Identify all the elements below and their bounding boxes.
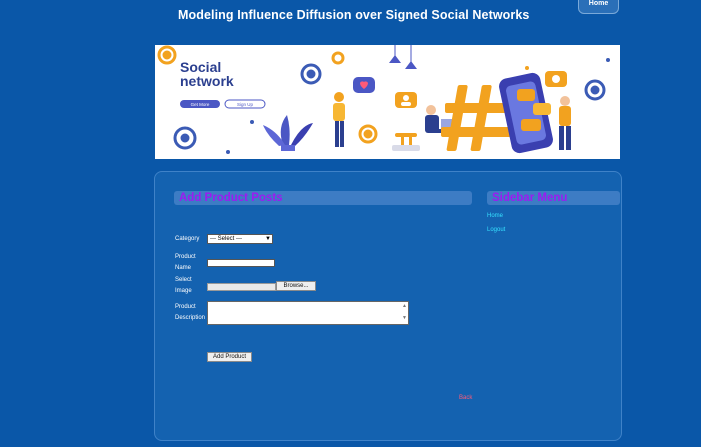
add-product-button[interactable]: Add Product xyxy=(207,352,252,362)
product-name-label-line1: Product xyxy=(175,254,196,260)
gear-icon xyxy=(157,45,177,65)
product-description-textarea[interactable]: ▲ ▼ xyxy=(207,301,409,325)
product-name-input[interactable] xyxy=(207,259,275,267)
category-label: Category xyxy=(175,236,200,242)
category-select[interactable]: --- Select --- ▼ xyxy=(207,234,273,244)
main-section-heading: Add Product Posts xyxy=(174,191,472,205)
description-label-line2: Description xyxy=(175,315,206,321)
product-name-label-line2: Name xyxy=(175,265,192,271)
image-label-line1: Select xyxy=(175,277,192,283)
description-label-line1: Product xyxy=(175,304,196,310)
banner-image: Social network Get More Sign Up xyxy=(155,45,620,159)
site-title: Modeling Influence Diffusion over Signed… xyxy=(178,8,530,22)
category-selected-value: --- Select --- xyxy=(210,236,242,242)
image-label-line2: Image xyxy=(175,288,192,294)
sidebar-item-logout[interactable]: Logout xyxy=(487,227,505,233)
image-file-input[interactable] xyxy=(207,283,276,291)
textarea-scrollbar[interactable]: ▲ ▼ xyxy=(402,303,407,321)
nav-home-tab[interactable]: Home xyxy=(578,0,619,14)
banner-sign-up-button: Sign Up xyxy=(237,102,254,107)
gear-icon xyxy=(584,79,606,101)
back-link[interactable]: Back xyxy=(459,395,472,401)
banner-get-more-button: Get More xyxy=(191,102,210,107)
social-network-illustration: Social network Get More Sign Up xyxy=(157,45,610,154)
gear-icon xyxy=(358,124,378,144)
gear-icon xyxy=(331,51,345,65)
banner-heading-line2: network xyxy=(180,73,234,89)
gear-icon xyxy=(173,126,197,150)
gear-icon xyxy=(300,63,322,85)
browse-button[interactable]: Browse... xyxy=(276,281,316,291)
sidebar-item-home[interactable]: Home xyxy=(487,213,503,219)
sidebar-heading: Sidebar Menu xyxy=(487,191,620,205)
chevron-down-icon: ▼ xyxy=(265,236,271,242)
